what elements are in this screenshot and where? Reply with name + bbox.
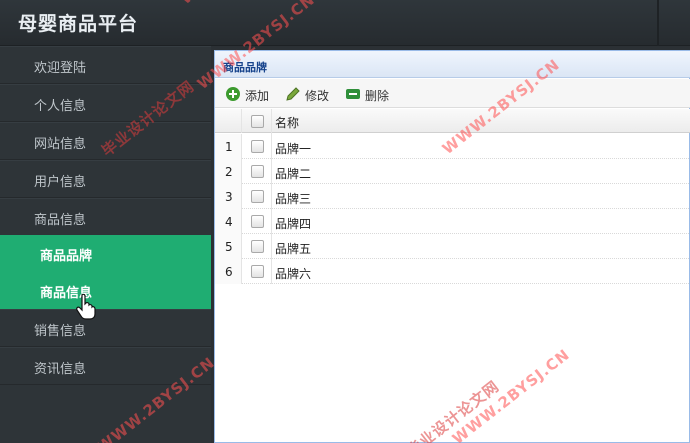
sidebar-item-label: 用户信息 (34, 175, 87, 190)
row-checkbox[interactable] (251, 240, 264, 253)
sidebar-item-label: 商品信息 (34, 213, 87, 228)
delete-button-label: 删除 (365, 89, 390, 103)
toolbar: 添加 修改 删除 (215, 79, 690, 108)
sidebar-item-site-info[interactable]: 网站信息 (0, 122, 211, 160)
hand-cursor-icon (76, 294, 96, 320)
table-row[interactable]: 3 品牌三 (215, 184, 690, 209)
row-number: 5 (215, 234, 242, 259)
sidebar-item-personal-info[interactable]: 个人信息 (0, 84, 211, 122)
sidebar-item-welcome[interactable]: 欢迎登陆 (0, 46, 211, 84)
sidebar-item-product-info[interactable]: 商品信息 (0, 198, 211, 236)
column-header-name[interactable]: 名称 (275, 114, 299, 131)
app-title: 母婴商品平台 (18, 13, 139, 35)
rownum-header (215, 109, 242, 133)
table-row[interactable]: 4 品牌四 (215, 209, 690, 234)
row-name-cell: 品牌六 (275, 267, 312, 281)
table-row[interactable]: 5 品牌五 (215, 234, 690, 259)
column-divider (271, 159, 272, 184)
select-all-checkbox[interactable] (251, 115, 264, 128)
row-name-cell: 品牌一 (275, 142, 312, 156)
column-divider (271, 234, 272, 259)
row-number: 4 (215, 209, 242, 234)
sidebar-submenu: 商品品牌 商品信息 (0, 235, 211, 309)
row-name-cell: 品牌三 (275, 192, 312, 206)
row-checkbox[interactable] (251, 190, 264, 203)
edit-button[interactable]: 修改 (285, 85, 333, 103)
row-checkbox[interactable] (251, 140, 264, 153)
table-row[interactable]: 1 品牌一 (215, 134, 690, 159)
row-number: 1 (215, 134, 242, 159)
column-divider (271, 209, 272, 234)
table-header: 名称 (215, 109, 690, 134)
sidebar-item-label: 资讯信息 (34, 362, 87, 377)
sidebar-item-label: 销售信息 (34, 324, 87, 339)
row-number: 6 (215, 259, 242, 284)
submenu-item-label: 商品品牌 (40, 249, 93, 264)
row-checkbox[interactable] (251, 165, 264, 178)
panel-header: 商品品牌 (215, 51, 690, 78)
sidebar: 欢迎登陆 个人信息 网站信息 用户信息 商品信息 商品品牌 商品信息 销售信息 … (0, 46, 211, 443)
header-divider (657, 0, 659, 46)
sidebar-item-label: 网站信息 (34, 137, 87, 152)
brand-panel: 商品品牌 添加 修改 删除 名称 1 品牌一 2 品牌二 3 品牌三 4 品牌四… (214, 50, 690, 443)
sidebar-item-label: 个人信息 (34, 99, 87, 114)
row-name-cell: 品牌五 (275, 242, 312, 256)
pencil-icon (286, 87, 300, 101)
delete-button[interactable]: 删除 (345, 85, 393, 103)
table-row[interactable]: 6 品牌六 (215, 259, 690, 284)
row-number: 2 (215, 159, 242, 184)
row-checkbox[interactable] (251, 265, 264, 278)
row-name-cell: 品牌四 (275, 217, 312, 231)
column-divider (271, 134, 272, 159)
add-button-label: 添加 (245, 89, 270, 103)
sidebar-item-label: 欢迎登陆 (34, 61, 87, 76)
add-icon (226, 87, 240, 101)
sidebar-item-news-info[interactable]: 资讯信息 (0, 347, 211, 385)
row-name-cell: 品牌二 (275, 167, 312, 181)
row-checkbox[interactable] (251, 215, 264, 228)
sidebar-item-sales-info[interactable]: 销售信息 (0, 309, 211, 347)
row-number: 3 (215, 184, 242, 209)
submenu-item-product-info[interactable]: 商品信息 (0, 272, 211, 309)
submenu-item-product-brand[interactable]: 商品品牌 (0, 235, 211, 272)
edit-button-label: 修改 (305, 89, 330, 103)
add-button[interactable]: 添加 (225, 85, 273, 103)
sidebar-item-user-info[interactable]: 用户信息 (0, 160, 211, 198)
table-row[interactable]: 2 品牌二 (215, 159, 690, 184)
panel-title: 商品品牌 (223, 61, 267, 74)
app-header: 母婴商品平台 (0, 0, 690, 46)
column-divider (271, 184, 272, 209)
column-divider (271, 109, 272, 134)
column-divider (271, 259, 272, 284)
delete-icon (346, 89, 360, 99)
